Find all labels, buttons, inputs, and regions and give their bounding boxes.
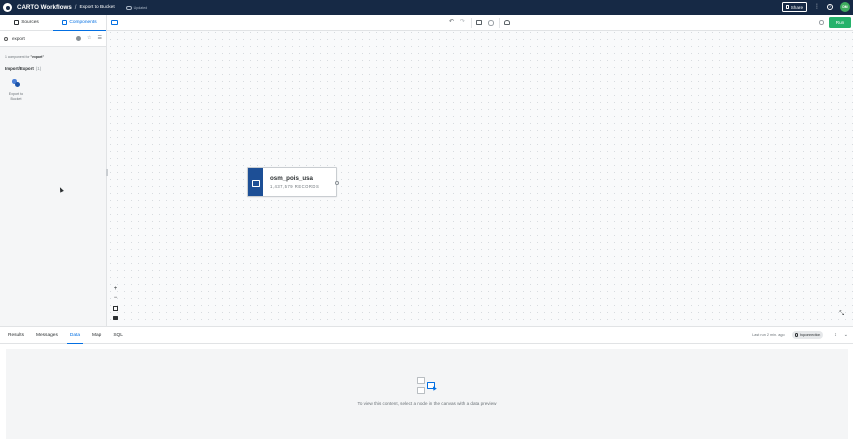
search-icon (4, 36, 8, 41)
group-name: Import/Export (5, 66, 34, 71)
app-title[interactable]: CARTO Workflows (17, 4, 72, 11)
tab-data[interactable]: Data (66, 327, 84, 344)
component-export-to-bucket[interactable]: Export to Bucket (5, 76, 27, 101)
collapse-panel-icon[interactable]: ⌄ (844, 332, 848, 338)
lock-icon (785, 5, 789, 9)
group-header[interactable]: Import/Export (1) (5, 66, 106, 71)
tab-results[interactable]: Results (5, 327, 27, 343)
results-panel: Results Messages Data Map SQL Last run 2… (0, 326, 853, 442)
tab-sql[interactable]: SQL (110, 327, 126, 343)
run-button[interactable]: Run (829, 17, 851, 28)
connection-name: bqconnection (800, 333, 821, 337)
canvas-node-osm-pois-usa[interactable]: osm_pois_usa 1,437,579 RECORDS (247, 167, 339, 197)
save-status-label: Updated (133, 5, 148, 10)
zoom-out-button[interactable]: − (112, 295, 119, 301)
tab-sources[interactable]: Sources (0, 15, 53, 30)
zoom-in-button[interactable]: + (112, 286, 119, 292)
share-button[interactable]: Share (781, 2, 807, 12)
star-icon[interactable]: ☆ (87, 36, 91, 41)
node-output-port[interactable] (335, 180, 339, 185)
carto-logo[interactable] (3, 3, 12, 12)
save-status: Updated (125, 5, 148, 10)
panel-tabs: Sources Components (0, 15, 106, 31)
filter-icon[interactable]: ☰ (98, 36, 102, 41)
result-count-prefix: 1 component for (5, 55, 30, 59)
share-label: Share (790, 4, 803, 10)
component-label: Export to Bucket (8, 92, 24, 101)
notes-icon[interactable] (504, 20, 510, 25)
toolbar-divider (471, 18, 472, 28)
more-options-icon[interactable]: ⋮ (814, 4, 820, 10)
results-tabs: Results Messages Data Map SQL (0, 327, 853, 344)
resize-panel-icon[interactable]: ↕ (834, 332, 837, 338)
fit-view-icon[interactable] (113, 306, 118, 311)
components-icon (62, 20, 68, 25)
result-count: 1 component for "export" (5, 55, 106, 59)
components-panel: Sources Components ☆ ☰ 1 component for "… (0, 15, 107, 326)
cloud-icon (125, 5, 132, 10)
expand-icon[interactable]: ⤡ (839, 311, 844, 317)
panel-resize-handle[interactable] (106, 169, 108, 176)
help-icon[interactable]: ? (827, 4, 833, 10)
component-search: ☆ ☰ (0, 31, 106, 47)
data-preview-area: To view this content, select a node in t… (6, 349, 848, 439)
lock-canvas-icon[interactable] (113, 316, 118, 320)
table-icon (248, 168, 263, 196)
database-icon (14, 20, 20, 25)
workflow-canvas[interactable]: ↶ ↷ Run osm_pois_usa 1,437,579 RECORDS +… (106, 15, 853, 326)
canvas-toolbar: ↶ ↷ Run (107, 15, 853, 31)
user-avatar[interactable]: DM (840, 2, 850, 12)
group-count: (1) (35, 66, 42, 71)
result-count-query: "export" (30, 55, 45, 59)
redo-icon[interactable]: ↷ (460, 19, 465, 25)
clear-search-icon[interactable] (76, 36, 82, 41)
app-header: CARTO Workflows / Export to Bucket Updat… (0, 0, 853, 15)
select-node-icon (417, 377, 439, 395)
empty-state-message: To view this content, select a node in t… (357, 401, 497, 406)
export-to-bucket-icon (9, 76, 23, 90)
schedule-icon[interactable] (488, 20, 494, 26)
tab-components-label: Components (69, 20, 97, 25)
undo-icon[interactable]: ↶ (449, 19, 454, 25)
search-input[interactable] (12, 36, 62, 41)
node-records: 1,437,579 RECORDS (270, 184, 320, 189)
node-title: osm_pois_usa (270, 175, 313, 182)
spinner-icon (819, 20, 824, 25)
connection-icon (794, 333, 799, 337)
panel-toggle-icon[interactable] (111, 20, 118, 25)
tab-components[interactable]: Components (53, 15, 106, 31)
tab-messages[interactable]: Messages (33, 327, 61, 343)
last-run-text: Last run 2 min. ago (752, 333, 785, 337)
tab-sources-label: Sources (21, 20, 39, 25)
breadcrumb-separator: / (74, 4, 77, 11)
toolbar-divider (499, 18, 500, 28)
workflow-name[interactable]: Export to Bucket (79, 5, 114, 10)
connection-chip[interactable]: bqconnection (791, 331, 824, 339)
tab-map[interactable]: Map (89, 327, 104, 343)
layout-icon[interactable] (476, 20, 482, 25)
